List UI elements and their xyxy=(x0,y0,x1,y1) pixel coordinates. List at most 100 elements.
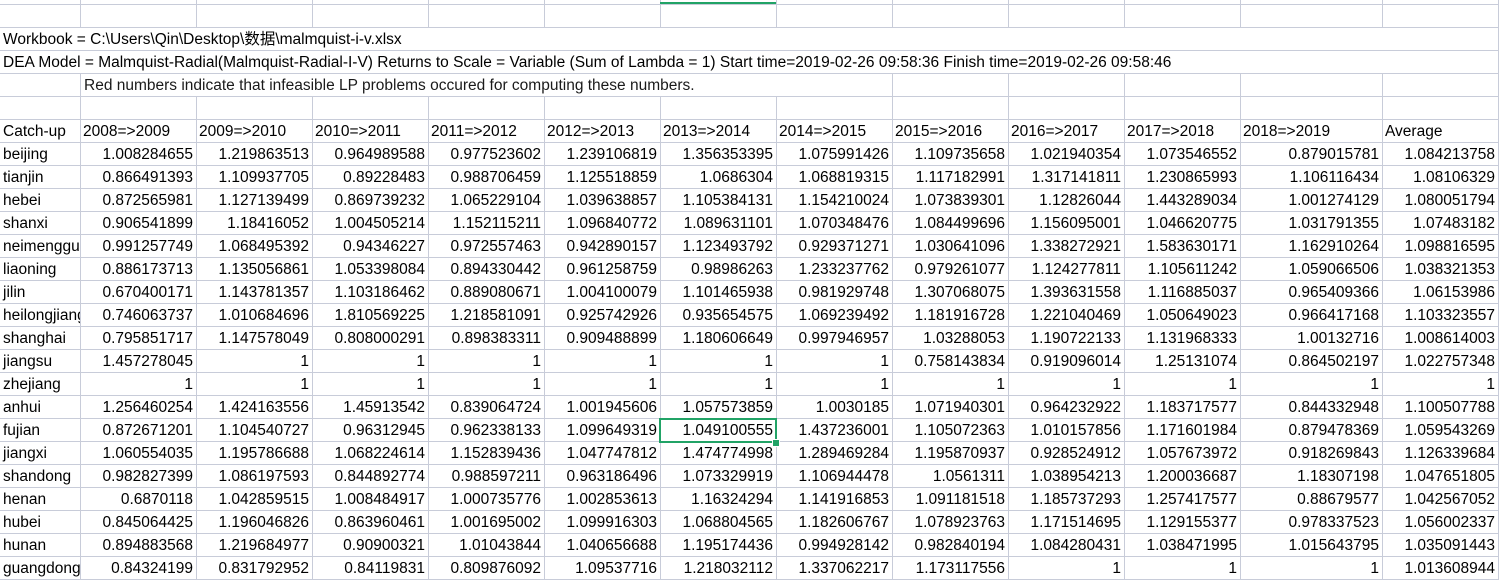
value-cell[interactable]: 1.117182991 xyxy=(892,166,1009,189)
value-cell[interactable]: 1.089631101 xyxy=(660,212,777,235)
value-cell[interactable]: 1.001274129 xyxy=(1240,189,1383,212)
value-cell[interactable]: 0.988597211 xyxy=(428,465,545,488)
value-cell[interactable]: 1.075991426 xyxy=(776,143,893,166)
empty-cell[interactable] xyxy=(892,5,1009,28)
value-cell[interactable]: 0.978337523 xyxy=(1240,511,1383,534)
value-cell[interactable]: 1.015643795 xyxy=(1240,534,1383,557)
value-cell[interactable]: 1.289469284 xyxy=(776,442,893,465)
empty-cell[interactable] xyxy=(312,5,429,28)
value-cell[interactable]: 1.086197593 xyxy=(196,465,313,488)
empty-cell[interactable] xyxy=(660,28,777,51)
column-header[interactable]: 2015=>2016 xyxy=(892,120,1009,143)
value-cell[interactable]: 0.994928142 xyxy=(776,534,893,557)
column-header[interactable]: 2013=>2014 xyxy=(660,120,777,143)
value-cell[interactable]: 0.965409366 xyxy=(1240,281,1383,304)
region-name-cell[interactable]: hunan xyxy=(0,534,81,557)
value-cell[interactable]: 1 xyxy=(1008,373,1125,396)
value-cell[interactable]: 1.219863513 xyxy=(196,143,313,166)
value-cell[interactable]: 1.002853613 xyxy=(544,488,661,511)
value-cell[interactable]: 1 xyxy=(80,373,197,396)
empty-cell[interactable] xyxy=(776,5,893,28)
value-cell[interactable]: 1.171601984 xyxy=(1124,419,1241,442)
value-cell[interactable]: 1 xyxy=(1240,557,1383,580)
value-cell[interactable]: 1.099649319 xyxy=(544,419,661,442)
value-cell[interactable]: 0.872671201 xyxy=(80,419,197,442)
spreadsheet-grid[interactable]: Workbook = C:\Users\Qin\Desktop\数据\malmq… xyxy=(0,0,1501,580)
region-name-cell[interactable]: jiangxi xyxy=(0,442,81,465)
value-cell[interactable]: 1.152115211 xyxy=(428,212,545,235)
value-cell[interactable]: 1.195174436 xyxy=(660,534,777,557)
empty-cell[interactable] xyxy=(776,97,893,120)
value-cell[interactable]: 1.154210024 xyxy=(776,189,893,212)
value-cell[interactable]: 0.758143834 xyxy=(892,350,1009,373)
empty-cell[interactable] xyxy=(892,74,1009,97)
empty-cell[interactable] xyxy=(1240,5,1383,28)
empty-cell[interactable] xyxy=(776,74,893,97)
value-cell[interactable]: 1.031791355 xyxy=(1240,212,1383,235)
value-cell[interactable]: 1.474774998 xyxy=(660,442,777,465)
value-cell[interactable]: 1.105384131 xyxy=(660,189,777,212)
value-cell[interactable]: 1.317141811 xyxy=(1008,166,1125,189)
value-cell[interactable]: 1.099916303 xyxy=(544,511,661,534)
region-name-cell[interactable]: jiangsu xyxy=(0,350,81,373)
value-cell[interactable]: 0.94346227 xyxy=(312,235,429,258)
value-cell[interactable]: 1.070348476 xyxy=(776,212,893,235)
value-cell[interactable]: 1.010157856 xyxy=(1008,419,1125,442)
region-name-cell[interactable]: hubei xyxy=(0,511,81,534)
empty-cell[interactable] xyxy=(1124,97,1241,120)
value-cell[interactable]: 1.053398084 xyxy=(312,258,429,281)
column-header[interactable]: Average xyxy=(1382,120,1499,143)
value-cell[interactable]: 1.337062217 xyxy=(776,557,893,580)
value-cell[interactable]: 1.038471995 xyxy=(1124,534,1241,557)
value-cell[interactable]: 1.042859515 xyxy=(196,488,313,511)
value-cell[interactable]: 1.182606767 xyxy=(776,511,893,534)
value-cell[interactable]: 1.03288053 xyxy=(892,327,1009,350)
empty-cell[interactable] xyxy=(0,5,81,28)
empty-cell[interactable] xyxy=(1382,28,1499,51)
value-cell[interactable]: 1.056002337 xyxy=(1382,511,1499,534)
value-cell[interactable]: 1.073329919 xyxy=(660,465,777,488)
value-cell[interactable]: 1.010684696 xyxy=(196,304,313,327)
value-cell[interactable]: 1 xyxy=(892,373,1009,396)
value-cell[interactable]: 1.0561311 xyxy=(892,465,1009,488)
region-name-cell[interactable]: jilin xyxy=(0,281,81,304)
value-cell[interactable]: 0.98986263 xyxy=(660,258,777,281)
value-cell[interactable]: 0.977523602 xyxy=(428,143,545,166)
value-cell[interactable]: 1.307068075 xyxy=(892,281,1009,304)
value-cell[interactable]: 1 xyxy=(776,373,893,396)
value-cell[interactable]: 0.889080671 xyxy=(428,281,545,304)
value-cell[interactable]: 1.046620775 xyxy=(1124,212,1241,235)
value-cell[interactable]: 1.01043844 xyxy=(428,534,545,557)
value-cell[interactable]: 1.060554035 xyxy=(80,442,197,465)
value-cell[interactable]: 1.219684977 xyxy=(196,534,313,557)
value-cell[interactable]: 0.906541899 xyxy=(80,212,197,235)
empty-cell[interactable] xyxy=(0,74,81,97)
value-cell[interactable]: 1.18307198 xyxy=(1240,465,1383,488)
value-cell[interactable]: 1.810569225 xyxy=(312,304,429,327)
value-cell[interactable]: 0.898383311 xyxy=(428,327,545,350)
value-cell[interactable]: 1.124277811 xyxy=(1008,258,1125,281)
value-cell[interactable]: 0.866491393 xyxy=(80,166,197,189)
empty-cell[interactable] xyxy=(0,97,81,120)
value-cell[interactable]: 1.035091443 xyxy=(1382,534,1499,557)
value-cell[interactable]: 1.45913542 xyxy=(312,396,429,419)
region-name-cell[interactable]: guangdong xyxy=(0,557,81,580)
value-cell[interactable]: 1.103323557 xyxy=(1382,304,1499,327)
value-cell[interactable]: 1.039638857 xyxy=(544,189,661,212)
column-header[interactable]: 2014=>2015 xyxy=(776,120,893,143)
value-cell[interactable]: 1.171514695 xyxy=(1008,511,1125,534)
column-header[interactable]: Catch-up xyxy=(0,120,81,143)
value-cell[interactable]: 1.001945606 xyxy=(544,396,661,419)
value-cell[interactable]: 0.869739232 xyxy=(312,189,429,212)
value-cell[interactable]: 0.89228483 xyxy=(312,166,429,189)
region-name-cell[interactable]: shandong xyxy=(0,465,81,488)
value-cell[interactable]: 0.894330442 xyxy=(428,258,545,281)
value-cell[interactable]: 1.221040469 xyxy=(1008,304,1125,327)
value-cell[interactable]: 0.844332948 xyxy=(1240,396,1383,419)
value-cell[interactable]: 1.022757348 xyxy=(1382,350,1499,373)
fill-handle[interactable] xyxy=(772,439,780,447)
value-cell[interactable]: 1.071940301 xyxy=(892,396,1009,419)
empty-cell[interactable] xyxy=(1382,5,1499,28)
value-cell[interactable]: 1.06153986 xyxy=(1382,281,1499,304)
value-cell[interactable]: 1.106116434 xyxy=(1240,166,1383,189)
